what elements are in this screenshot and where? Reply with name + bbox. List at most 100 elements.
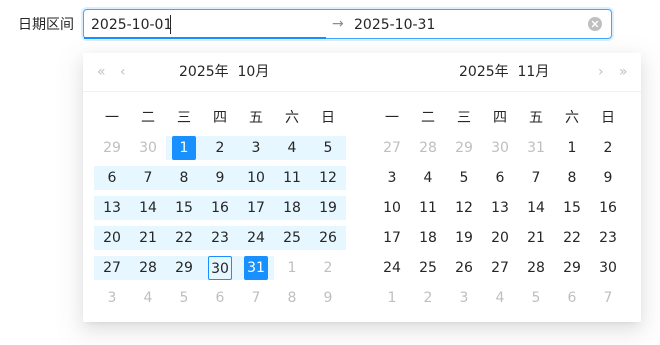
right-date-cell[interactable]: 4	[482, 286, 518, 310]
left-date-cell[interactable]: 9	[310, 286, 346, 310]
right-date-cell[interactable]: 18	[410, 226, 446, 250]
left-date-cell[interactable]: 6	[202, 286, 238, 310]
left-date-cell[interactable]: 16	[202, 196, 238, 220]
right-date-cell[interactable]: 8	[554, 166, 590, 190]
right-date-cell[interactable]: 6	[482, 166, 518, 190]
left-date-cell[interactable]: 2	[310, 256, 346, 280]
left-date-cell[interactable]: 10	[238, 166, 274, 190]
right-date-cell[interactable]: 25	[410, 256, 446, 280]
left-date-cell[interactable]: 20	[94, 226, 130, 250]
range-separator-arrow-icon: →	[332, 16, 344, 32]
right-date-cell[interactable]: 15	[554, 196, 590, 220]
left-date-cell[interactable]: 25	[274, 226, 310, 250]
right-date-cell[interactable]: 27	[482, 256, 518, 280]
left-date-cell[interactable]: 12	[310, 166, 346, 190]
left-date-cell[interactable]: 24	[238, 226, 274, 250]
right-date-cell[interactable]: 31	[518, 136, 554, 160]
left-date-cell[interactable]: 27	[94, 256, 130, 280]
right-date-cell[interactable]: 7	[518, 166, 554, 190]
left-date-cell[interactable]: 19	[310, 196, 346, 220]
right-date-cell[interactable]: 6	[554, 286, 590, 310]
left-date-cell[interactable]: 14	[130, 196, 166, 220]
right-date-cell[interactable]: 9	[590, 166, 626, 190]
left-date-cell[interactable]: 22	[166, 226, 202, 250]
right-date-cell[interactable]: 14	[518, 196, 554, 220]
date-range-input[interactable]: 2025-10-01 → 2025-10-31	[83, 9, 612, 39]
right-panel-title[interactable]: 2025年 11月	[459, 63, 549, 81]
prev-year-icon[interactable]: «	[97, 63, 106, 81]
right-date-label: 5	[531, 290, 541, 306]
left-date-cell[interactable]: 11	[274, 166, 310, 190]
left-date-cell[interactable]: 17	[238, 196, 274, 220]
left-date-cell[interactable]: 3	[94, 286, 130, 310]
left-date-cell[interactable]: 21	[130, 226, 166, 250]
right-date-cell[interactable]: 24	[374, 256, 410, 280]
left-date-cell[interactable]: 8	[166, 166, 202, 190]
right-date-cell[interactable]: 29	[554, 256, 590, 280]
left-panel-title[interactable]: 2025年 10月	[179, 63, 269, 81]
right-date-cell[interactable]: 23	[590, 226, 626, 250]
start-date-input[interactable]: 2025-10-01	[91, 15, 172, 35]
right-date-cell[interactable]: 22	[554, 226, 590, 250]
right-date-cell[interactable]: 13	[482, 196, 518, 220]
right-date-cell[interactable]: 3	[446, 286, 482, 310]
left-date-cell[interactable]: 7	[130, 166, 166, 190]
right-date-cell[interactable]: 27	[374, 136, 410, 160]
left-date-cell[interactable]: 5	[310, 136, 346, 160]
left-date-cell[interactable]: 6	[94, 166, 130, 190]
right-date-cell[interactable]: 28	[518, 256, 554, 280]
left-date-cell[interactable]: 30	[130, 136, 166, 160]
right-date-label: 9	[603, 170, 613, 186]
next-month-icon[interactable]: ›	[598, 63, 604, 81]
right-date-cell[interactable]: 11	[410, 196, 446, 220]
right-date-label: 2	[423, 290, 433, 306]
right-date-cell[interactable]: 30	[482, 136, 518, 160]
right-date-cell[interactable]: 19	[446, 226, 482, 250]
left-date-cell[interactable]: 28	[130, 256, 166, 280]
right-date-cell[interactable]: 30	[590, 256, 626, 280]
right-date-cell[interactable]: 17	[374, 226, 410, 250]
left-date-cell[interactable]: 30	[202, 256, 238, 280]
next-year-icon[interactable]: »	[619, 63, 628, 81]
clear-circle-icon[interactable]	[588, 17, 602, 31]
left-date-cell[interactable]: 18	[274, 196, 310, 220]
right-date-cell[interactable]: 10	[374, 196, 410, 220]
field-label: 日期区间	[18, 17, 74, 33]
left-date-cell[interactable]: 3	[238, 136, 274, 160]
left-date-cell[interactable]: 4	[130, 286, 166, 310]
left-date-cell[interactable]: 26	[310, 226, 346, 250]
left-date-cell[interactable]: 4	[274, 136, 310, 160]
left-date-cell[interactable]: 29	[166, 256, 202, 280]
left-date-cell[interactable]: 29	[94, 136, 130, 160]
right-date-cell[interactable]: 28	[410, 136, 446, 160]
right-date-cell[interactable]: 16	[590, 196, 626, 220]
right-date-cell[interactable]: 29	[446, 136, 482, 160]
left-date-cell[interactable]: 9	[202, 166, 238, 190]
left-date-cell[interactable]: 1	[166, 136, 202, 160]
left-date-cell[interactable]: 15	[166, 196, 202, 220]
left-date-cell[interactable]: 7	[238, 286, 274, 310]
left-date-cell[interactable]: 23	[202, 226, 238, 250]
left-date-cell[interactable]: 5	[166, 286, 202, 310]
right-date-cell[interactable]: 4	[410, 166, 446, 190]
right-date-label: 29	[455, 140, 473, 156]
left-date-cell[interactable]: 1	[274, 256, 310, 280]
end-date-input[interactable]: 2025-10-31	[354, 15, 435, 35]
right-date-cell[interactable]: 2	[590, 136, 626, 160]
right-date-cell[interactable]: 20	[482, 226, 518, 250]
left-date-cell[interactable]: 8	[274, 286, 310, 310]
right-date-cell[interactable]: 7	[590, 286, 626, 310]
left-date-cell[interactable]: 31	[238, 256, 274, 280]
right-date-cell[interactable]: 5	[446, 166, 482, 190]
right-date-cell[interactable]: 1	[374, 286, 410, 310]
right-date-cell[interactable]: 5	[518, 286, 554, 310]
left-date-cell[interactable]: 2	[202, 136, 238, 160]
right-date-cell[interactable]: 26	[446, 256, 482, 280]
right-date-cell[interactable]: 3	[374, 166, 410, 190]
right-date-cell[interactable]: 21	[518, 226, 554, 250]
prev-month-icon[interactable]: ‹	[120, 63, 126, 81]
right-date-cell[interactable]: 12	[446, 196, 482, 220]
right-date-cell[interactable]: 2	[410, 286, 446, 310]
right-date-cell[interactable]: 1	[554, 136, 590, 160]
left-date-cell[interactable]: 13	[94, 196, 130, 220]
